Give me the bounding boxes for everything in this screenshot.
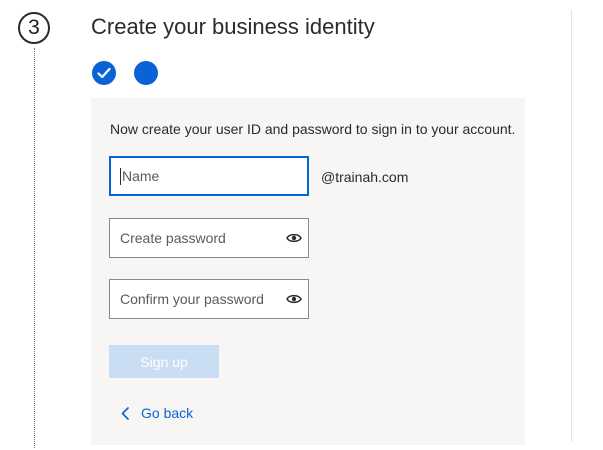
signup-form-panel: Now create your user ID and password to … — [91, 98, 525, 445]
domain-suffix: @trainah.com — [321, 169, 409, 185]
sign-up-label: Sign up — [140, 353, 188, 370]
progress-step-completed — [92, 61, 116, 85]
step-connector-line — [34, 48, 35, 448]
step-number: 3 — [28, 16, 40, 39]
step-number-badge: 3 — [18, 12, 50, 44]
name-field[interactable]: Name — [109, 156, 309, 196]
eye-icon[interactable] — [286, 293, 302, 305]
check-icon — [97, 67, 111, 79]
form-instruction: Now create your user ID and password to … — [110, 121, 516, 137]
create-password-field[interactable]: Create password — [109, 218, 309, 258]
sign-up-button[interactable]: Sign up — [109, 345, 219, 378]
confirm-password-field[interactable]: Confirm your password — [109, 279, 309, 319]
create-password-placeholder: Create password — [120, 230, 226, 246]
confirm-password-placeholder: Confirm your password — [120, 291, 264, 307]
text-cursor — [120, 167, 121, 185]
right-divider — [571, 10, 572, 442]
page: 3 Create your business identity Now crea… — [0, 0, 603, 450]
go-back-label: Go back — [141, 405, 194, 421]
chevron-left-icon — [121, 406, 129, 420]
name-field-placeholder: Name — [122, 168, 160, 184]
progress-step-current — [134, 61, 158, 85]
eye-icon[interactable] — [286, 232, 302, 244]
go-back-link[interactable]: Go back — [121, 405, 193, 421]
page-title: Create your business identity — [91, 14, 375, 39]
